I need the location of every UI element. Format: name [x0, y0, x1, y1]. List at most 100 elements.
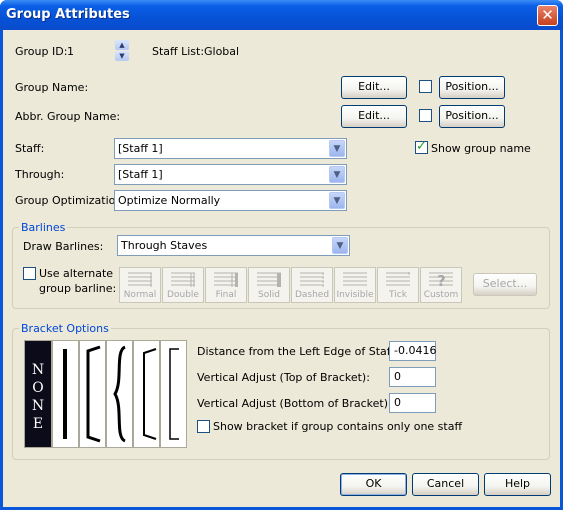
- draw-barlines-select[interactable]: Through Staves ▼: [117, 235, 350, 256]
- help-label: Help: [504, 477, 531, 490]
- barline-style-invisible-label: Invisible: [336, 290, 374, 300]
- none-letter: O: [32, 380, 44, 396]
- bracket-square-option[interactable]: [160, 340, 187, 448]
- staff-select-value: [Staff 1]: [118, 142, 163, 155]
- vertical-adjust-top-field[interactable]: 0: [389, 367, 436, 387]
- group-name-position-button[interactable]: Position...: [439, 76, 505, 99]
- group-id-value: 1: [67, 45, 74, 58]
- ok-button[interactable]: OK: [340, 473, 407, 496]
- title-bar[interactable]: Group Attributes ✕: [0, 0, 563, 30]
- barline-custom-icon: ?: [429, 272, 453, 288]
- vertical-adjust-bottom-field[interactable]: 0: [389, 393, 436, 413]
- bracket-thick-hooks-option[interactable]: [79, 340, 106, 448]
- thin-hooks-bracket-icon: [143, 348, 157, 440]
- barline-normal-icon: [128, 272, 152, 287]
- square-bracket-icon: [169, 348, 179, 440]
- close-button[interactable]: ✕: [537, 5, 558, 26]
- dialog-window: Group Attributes ✕ Group ID: 1 ▲ ▼ Staff…: [0, 0, 563, 510]
- chevron-down-icon[interactable]: ▼: [329, 140, 345, 157]
- barline-style-tick-label: Tick: [389, 290, 407, 300]
- chevron-down-icon[interactable]: ▼: [329, 192, 345, 209]
- group-id-spinner[interactable]: ▲ ▼: [115, 40, 129, 62]
- staff-list-label: Staff List:: [152, 45, 205, 58]
- window-title: Group Attributes: [6, 7, 130, 22]
- spin-down-icon[interactable]: ▼: [115, 51, 129, 61]
- group-id-label: Group ID:: [15, 45, 68, 58]
- bracket-none-option[interactable]: N O N E: [24, 340, 52, 448]
- bracket-thick-line-option[interactable]: [52, 340, 79, 448]
- abbr-group-name-edit-button[interactable]: Edit...: [341, 105, 407, 128]
- barline-style-invisible[interactable]: Invisible: [334, 267, 376, 303]
- none-letter: N: [31, 362, 45, 378]
- help-button[interactable]: Help: [484, 473, 551, 496]
- through-select[interactable]: [Staff 1] ▼: [114, 164, 347, 185]
- barline-style-normal[interactable]: Normal: [119, 267, 161, 303]
- use-alternate-label-line2: group barline:: [39, 282, 117, 295]
- staff-select[interactable]: [Staff 1] ▼: [114, 138, 347, 159]
- barline-style-final[interactable]: Final: [205, 267, 247, 303]
- staff-list-value: Global: [204, 45, 240, 58]
- group-name-position-checkbox[interactable]: [419, 80, 432, 93]
- thick-line-bracket-icon: [63, 349, 67, 439]
- barline-style-dashed-label: Dashed: [294, 290, 330, 300]
- group-name-position-label: Position...: [445, 80, 499, 93]
- thick-hooks-bracket-icon: [86, 345, 101, 443]
- svg-text:?: ?: [437, 272, 446, 288]
- through-label: Through:: [15, 168, 65, 181]
- barline-style-dashed[interactable]: Dashed: [291, 267, 333, 303]
- cancel-label: Cancel: [426, 477, 465, 490]
- vertical-adjust-top-label: Vertical Adjust (Top of Bracket):: [197, 371, 370, 384]
- barline-tick-icon: [386, 272, 410, 286]
- show-bracket-one-staff-label: Show bracket if group contains only one …: [213, 420, 463, 433]
- barline-double-icon: [171, 272, 195, 287]
- show-group-name-checkbox[interactable]: [415, 139, 428, 154]
- abbr-group-name-position-checkbox[interactable]: [419, 109, 432, 122]
- barline-style-custom-label: Custom: [423, 290, 459, 300]
- group-name-edit-button[interactable]: Edit...: [341, 76, 407, 99]
- chevron-down-icon[interactable]: ▼: [329, 166, 345, 183]
- distance-left-edge-field[interactable]: -0.0416: [389, 341, 436, 361]
- barline-style-final-label: Final: [215, 290, 237, 300]
- dialog-body: Group ID: 1 ▲ ▼ Staff List: Global Group…: [3, 30, 560, 507]
- draw-barlines-label: Draw Barlines:: [23, 240, 104, 253]
- barline-style-custom[interactable]: ? Custom: [420, 267, 462, 303]
- vertical-adjust-bottom-label: Vertical Adjust (Bottom of Bracket):: [197, 397, 392, 410]
- abbr-group-name-label: Abbr. Group Name:: [15, 110, 121, 123]
- draw-barlines-value: Through Staves: [121, 239, 208, 252]
- group-optimization-value: Optimize Normally: [118, 194, 221, 207]
- barline-style-double[interactable]: Double: [162, 267, 204, 303]
- none-letter: N: [31, 398, 45, 414]
- distance-left-edge-label: Distance from the Left Edge of Staff:: [197, 345, 399, 358]
- bracket-none-label: N O N E: [25, 361, 51, 433]
- use-alternate-label-line1: Use alternate: [39, 267, 114, 280]
- chevron-down-icon[interactable]: ▼: [332, 237, 348, 254]
- abbr-group-name-edit-label: Edit...: [358, 109, 390, 122]
- barline-style-double-label: Double: [167, 290, 199, 300]
- barline-style-solid-label: Solid: [258, 290, 280, 300]
- show-group-name-label: Show group name: [431, 142, 531, 155]
- show-bracket-one-staff-checkbox[interactable]: [197, 420, 210, 433]
- through-select-value: [Staff 1]: [118, 168, 163, 181]
- barline-style-tick[interactable]: Tick: [377, 267, 419, 303]
- abbr-group-name-position-label: Position...: [445, 109, 499, 122]
- group-name-label: Group Name:: [15, 81, 89, 94]
- barline-solid-icon: [257, 272, 281, 287]
- barline-style-solid[interactable]: Solid: [248, 267, 290, 303]
- group-optimization-label: Group Optimization:: [15, 194, 127, 207]
- abbr-group-name-position-button[interactable]: Position...: [439, 105, 505, 128]
- curly-brace-icon: [113, 345, 126, 443]
- spin-up-icon[interactable]: ▲: [115, 40, 129, 50]
- cancel-button[interactable]: Cancel: [412, 473, 479, 496]
- none-letter: E: [32, 416, 44, 432]
- barline-invisible-icon: [343, 272, 367, 286]
- group-name-edit-label: Edit...: [358, 80, 390, 93]
- ok-label: OK: [365, 477, 382, 490]
- bracket-thin-hooks-option[interactable]: [133, 340, 160, 448]
- barline-dashed-icon: [300, 272, 324, 287]
- barlines-legend: Barlines: [19, 221, 68, 234]
- barline-final-icon: [214, 272, 238, 287]
- bracket-curly-brace-option[interactable]: [106, 340, 133, 448]
- barline-select-button[interactable]: Select...: [473, 273, 537, 296]
- group-optimization-select[interactable]: Optimize Normally ▼: [114, 190, 347, 211]
- use-alternate-barline-checkbox[interactable]: [23, 267, 36, 280]
